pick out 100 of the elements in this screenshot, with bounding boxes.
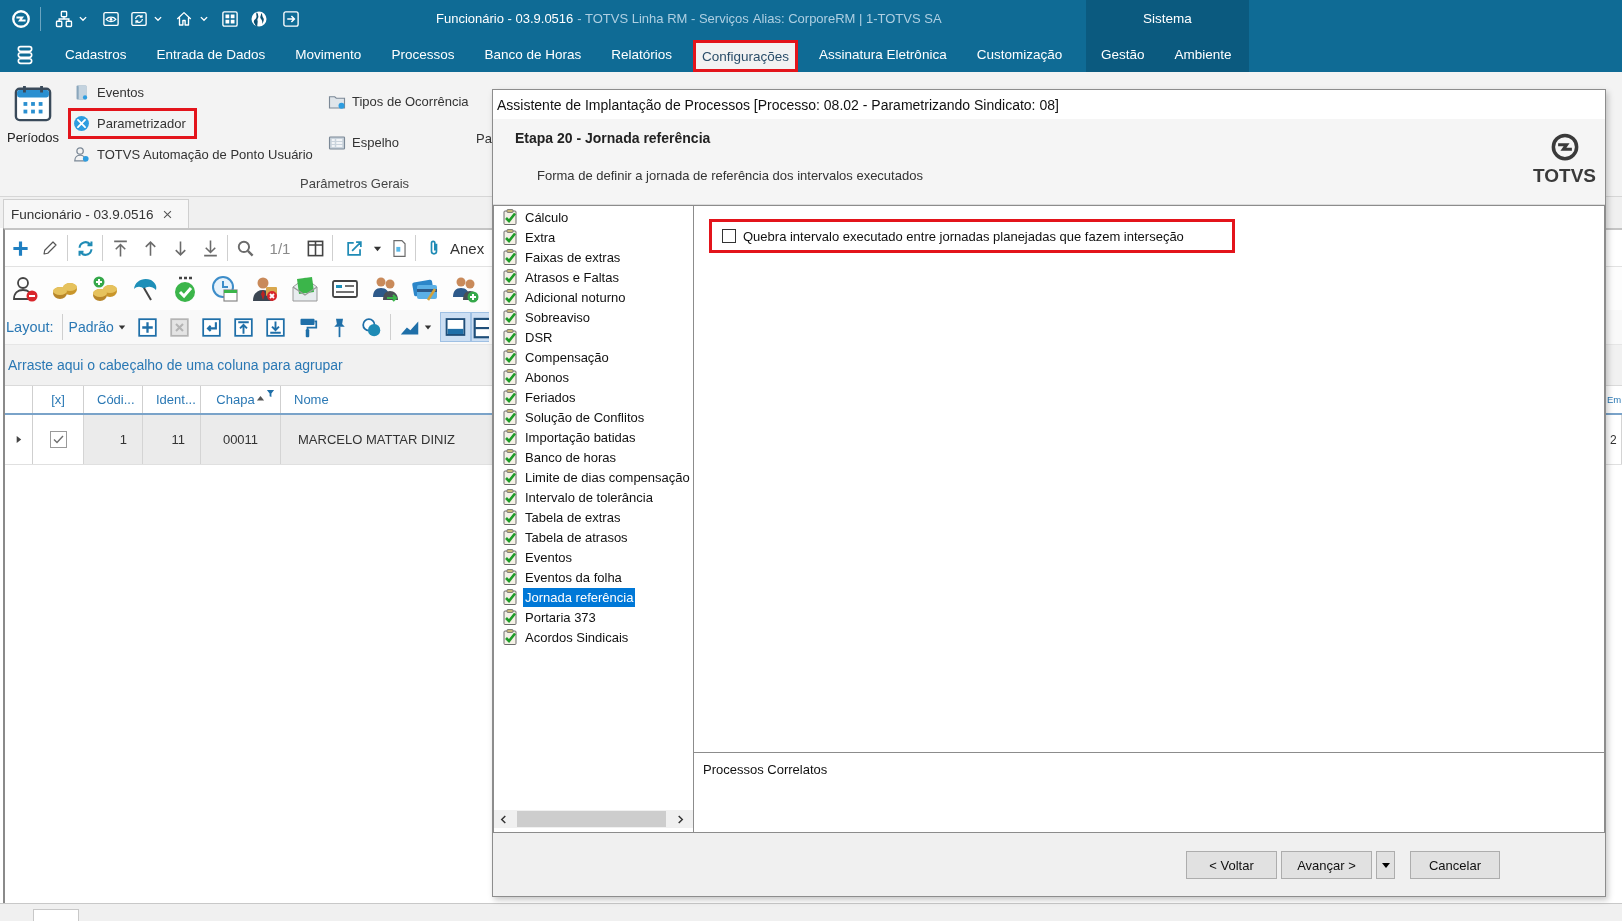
column-header[interactable]: [x] xyxy=(33,386,84,413)
step-item[interactable]: Importação batidas xyxy=(523,427,638,447)
clock-icon[interactable] xyxy=(211,274,239,303)
shapes-icon[interactable] xyxy=(361,316,383,338)
step-item[interactable]: Sobreaviso xyxy=(523,307,593,327)
menu-tab[interactable]: Customização xyxy=(961,37,1078,72)
back-button[interactable]: < Voltar xyxy=(1186,851,1277,879)
ribbon-button[interactable]: Períodos xyxy=(0,72,66,171)
ribbon-button[interactable]: Espelho xyxy=(323,127,404,158)
exit-icon[interactable] xyxy=(282,9,300,28)
search-icon[interactable] xyxy=(235,238,255,258)
next-button[interactable]: Avançar > xyxy=(1281,851,1372,879)
step-item[interactable]: Adicional noturno xyxy=(523,287,628,307)
filter-icon[interactable] xyxy=(266,389,275,398)
clipboard-check-icon xyxy=(502,409,518,425)
pencil-icon[interactable] xyxy=(41,239,59,257)
step-item[interactable]: Atrasos e Faltas xyxy=(523,267,621,287)
home-icon[interactable] xyxy=(175,9,193,28)
tools-icon xyxy=(73,115,90,132)
step-item[interactable]: Cálculo xyxy=(523,207,571,227)
ribbon-button[interactable]: Parametrizador xyxy=(68,108,197,139)
menu-tab[interactable]: Gestão xyxy=(1086,37,1160,72)
eye-icon[interactable] xyxy=(102,9,120,28)
step-item[interactable]: Extra xyxy=(523,227,558,247)
ribbon-button[interactable]: Tipos de Ocorrência xyxy=(323,86,474,117)
import-box-icon[interactable] xyxy=(201,316,223,338)
panel-bottom-icon[interactable] xyxy=(439,312,471,342)
row-checkbox[interactable] xyxy=(49,431,67,448)
attachments-button[interactable]: Anex xyxy=(424,238,485,258)
export-icon[interactable] xyxy=(344,238,364,258)
cancel-button[interactable]: Cancelar xyxy=(1410,851,1500,879)
hierarchy-icon[interactable] xyxy=(55,9,73,28)
ribbon-button[interactable]: TOTVS Automação de Ponto Usuário xyxy=(68,139,324,170)
logo-text: TOTVS xyxy=(1533,166,1596,186)
clipboard-check-icon xyxy=(502,509,518,525)
dropdown-button[interactable] xyxy=(1376,851,1395,879)
clipboard-check-icon xyxy=(502,329,518,345)
chevron-right-icon[interactable] xyxy=(675,814,685,824)
column-header[interactable]: Códi... xyxy=(84,386,143,413)
clipboard-check-icon xyxy=(502,269,518,285)
coins-add-icon[interactable] xyxy=(91,274,119,303)
table-cell: 11 xyxy=(171,432,185,447)
user-remove-icon[interactable] xyxy=(11,274,39,303)
expand-icon[interactable] xyxy=(14,435,23,444)
menu-tab[interactable]: Cadastros xyxy=(50,37,142,72)
step-item[interactable]: Abonos xyxy=(523,367,572,387)
document-tab[interactable]: Funcionário - 03.9.0516 xyxy=(3,199,189,228)
download-box-icon[interactable] xyxy=(265,316,287,338)
menu-tab[interactable]: Movimento xyxy=(280,37,377,72)
step-item[interactable]: Eventos da folha xyxy=(523,567,624,587)
clipboard-check-icon xyxy=(502,589,518,605)
step-item[interactable]: Acordos Sindicais xyxy=(523,627,631,647)
column-header[interactable]: Em xyxy=(1606,386,1622,413)
logo-icon[interactable] xyxy=(11,8,31,29)
clipboard-check-icon xyxy=(502,249,518,265)
step-item[interactable]: Tabela de extras xyxy=(523,507,623,527)
column-header[interactable]: Ident... xyxy=(143,386,201,413)
column-header[interactable]: Chapa xyxy=(201,386,281,413)
step-item[interactable]: Jornada referência xyxy=(523,587,636,607)
clipboard-check-icon xyxy=(502,389,518,405)
related-title: Processos Correlatos xyxy=(703,762,828,777)
menu-tab[interactable]: Configurações xyxy=(693,40,799,72)
menu-icon[interactable] xyxy=(15,44,35,65)
step-item[interactable]: Intervalo de tolerância xyxy=(523,487,655,507)
caret-icon xyxy=(1380,860,1391,870)
step-item[interactable]: Banco de horas xyxy=(523,447,619,467)
globe-icon[interactable] xyxy=(250,9,268,28)
step-item[interactable]: DSR xyxy=(523,327,555,347)
caret-icon[interactable] xyxy=(423,323,432,331)
menu-tab[interactable]: Processos xyxy=(376,37,470,72)
ribbon-button[interactable]: Eventos xyxy=(68,77,155,108)
add-box-icon[interactable] xyxy=(137,316,159,338)
close-icon[interactable] xyxy=(162,208,173,220)
menu-tab[interactable]: Banco de Horas xyxy=(469,37,597,72)
chevron-left-icon[interactable] xyxy=(498,814,508,824)
grid-icon[interactable] xyxy=(221,9,239,28)
step-item[interactable]: Compensação xyxy=(523,347,611,367)
ribbon-button[interactable]: Pa xyxy=(476,128,492,148)
step-item[interactable]: Solução de Conflitos xyxy=(523,407,647,427)
step-item[interactable]: Tabela de atrasos xyxy=(523,527,630,547)
refresh-icon[interactable] xyxy=(130,9,148,28)
step-item[interactable]: Faixas de extras xyxy=(523,247,623,267)
step-item[interactable]: Eventos xyxy=(523,547,574,567)
menu-tab[interactable]: Assinatura Eletrônica xyxy=(804,37,962,72)
step-item[interactable]: Portaria 373 xyxy=(523,607,598,627)
step-item[interactable]: Feriados xyxy=(523,387,578,407)
menu-tab[interactable]: Ambiente xyxy=(1159,37,1247,72)
step-item[interactable]: Limite de dias compensação xyxy=(523,467,692,487)
clipboard-check-icon xyxy=(502,229,518,245)
menu-tab[interactable]: Entrada de Dados xyxy=(141,37,281,72)
add-icon[interactable] xyxy=(10,238,30,258)
upload-box-icon[interactable] xyxy=(233,316,255,338)
menu-tab[interactable]: Relatórios xyxy=(596,37,687,72)
envelope-icon[interactable] xyxy=(291,274,319,303)
checkbox[interactable] xyxy=(722,229,736,243)
columns-icon[interactable] xyxy=(305,238,325,258)
clipboard-check-icon xyxy=(502,609,518,625)
user-icon xyxy=(73,146,90,163)
layout-dropdown[interactable]: Padrão xyxy=(68,319,129,335)
scrollbar-thumb[interactable] xyxy=(517,811,666,827)
